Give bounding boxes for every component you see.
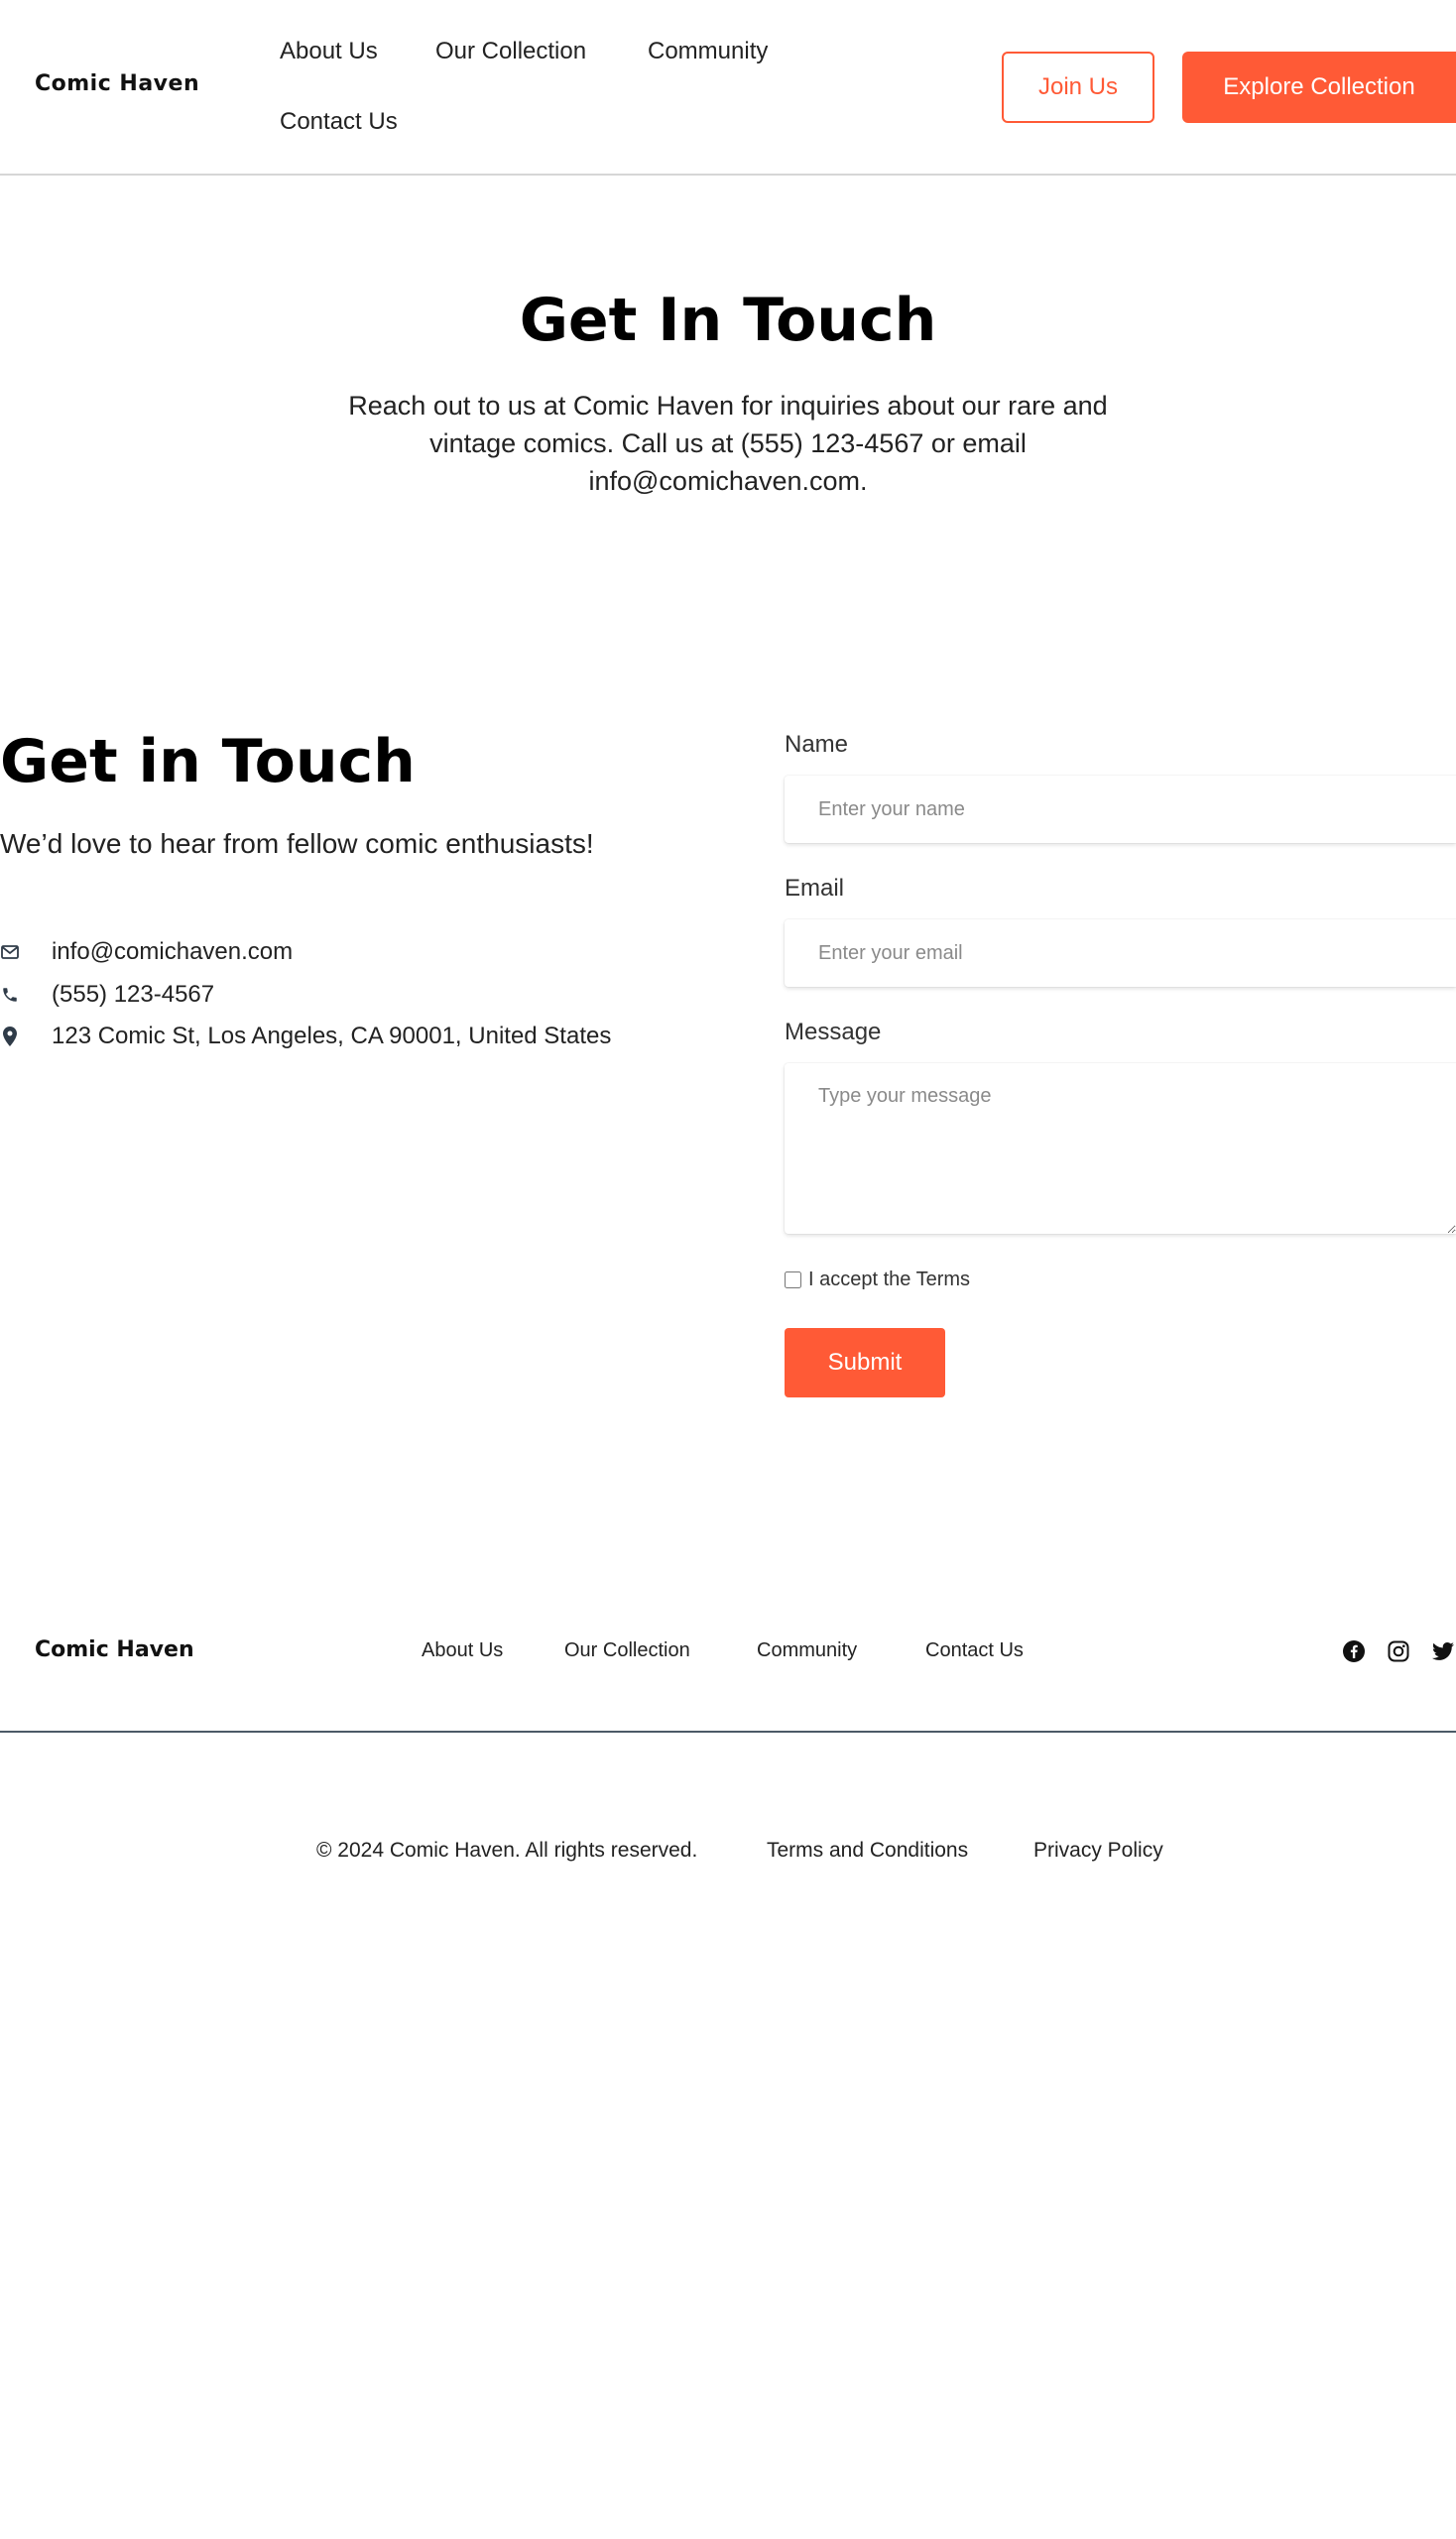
footer-nav-community[interactable]: Community xyxy=(757,1639,857,1662)
contact-phone[interactable]: (555) 123-4567 xyxy=(52,981,214,1009)
twitter-icon[interactable] xyxy=(1431,1639,1455,1663)
footer-divider xyxy=(0,1731,1456,1733)
contact-email-row: info@comichaven.com xyxy=(0,937,293,967)
contact-title: Get in Touch xyxy=(0,727,416,796)
message-textarea[interactable] xyxy=(785,1063,1456,1234)
nav-about-us[interactable]: About Us xyxy=(280,38,378,65)
site-header: Comic Haven About Us Our Collection Comm… xyxy=(0,0,1456,176)
contact-phone-row: (555) 123-4567 xyxy=(0,980,214,1010)
contact-subtitle: We’d love to hear from fellow comic enth… xyxy=(0,828,594,859)
hero-description: Reach out to us at Comic Haven for inqui… xyxy=(348,391,1108,496)
name-input[interactable] xyxy=(785,776,1456,843)
instagram-icon[interactable] xyxy=(1387,1639,1410,1663)
terms-label: I accept the Terms xyxy=(808,1269,971,1290)
nav-our-collection[interactable]: Our Collection xyxy=(435,38,586,65)
email-label: Email xyxy=(785,875,845,902)
terms-link[interactable]: Terms and Conditions xyxy=(767,1839,968,1863)
join-us-button[interactable]: Join Us xyxy=(1002,52,1154,123)
phone-icon xyxy=(0,985,20,1005)
copyright-text: © 2024 Comic Haven. All rights reserved. xyxy=(316,1839,698,1862)
nav-contact-us[interactable]: Contact Us xyxy=(280,108,398,136)
footer-nav-contact-us[interactable]: Contact Us xyxy=(925,1639,1024,1662)
name-label: Name xyxy=(785,731,849,758)
site-logo[interactable]: Comic Haven xyxy=(35,71,199,96)
hero-title: Get In Touch xyxy=(519,286,937,355)
contact-email[interactable]: info@comichaven.com xyxy=(52,938,293,966)
submit-button[interactable]: Submit xyxy=(785,1328,945,1397)
email-input[interactable] xyxy=(785,919,1456,987)
privacy-link[interactable]: Privacy Policy xyxy=(1033,1839,1163,1863)
envelope-icon xyxy=(0,942,20,962)
footer-nav-about-us[interactable]: About Us xyxy=(422,1639,503,1662)
terms-row: I accept the Terms xyxy=(785,1269,970,1291)
explore-collection-button[interactable]: Explore Collection xyxy=(1182,52,1456,123)
contact-address-row: 123 Comic St, Los Angeles, CA 90001, Uni… xyxy=(0,1022,611,1051)
message-label: Message xyxy=(785,1019,882,1045)
footer-nav-our-collection[interactable]: Our Collection xyxy=(564,1639,690,1662)
contact-address: 123 Comic St, Los Angeles, CA 90001, Uni… xyxy=(52,1023,612,1049)
nav-community[interactable]: Community xyxy=(648,38,768,65)
map-pin-icon xyxy=(0,1027,20,1046)
footer-logo[interactable]: Comic Haven xyxy=(35,1637,194,1662)
facebook-icon[interactable] xyxy=(1342,1639,1366,1663)
terms-checkbox[interactable] xyxy=(785,1271,801,1288)
